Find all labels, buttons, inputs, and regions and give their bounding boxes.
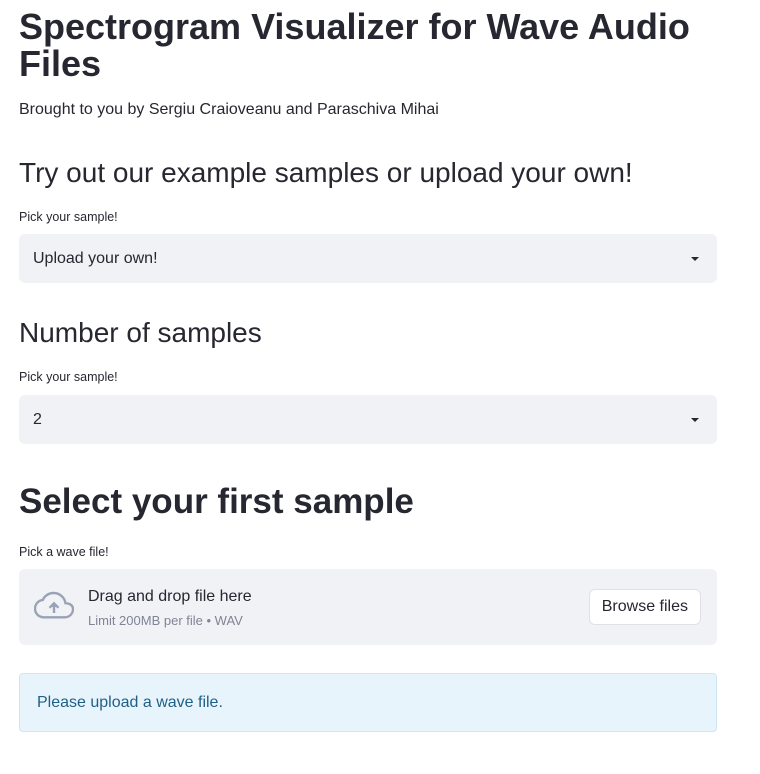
- sample-section-heading: Try out our example samples or upload yo…: [19, 157, 633, 188]
- app-page: Spectrogram Visualizer for Wave Audio Fi…: [0, 0, 760, 774]
- drop-instructions: Drag and drop file here: [88, 588, 252, 605]
- page-subtitle: Brought to you by Sergiu Craioveanu and …: [19, 101, 439, 118]
- count-select[interactable]: 2: [19, 395, 717, 444]
- browse-files-button[interactable]: Browse files: [588, 589, 701, 625]
- count-select-label: Pick your sample!: [19, 370, 118, 384]
- sample-select-label: Pick your sample!: [19, 210, 118, 224]
- page-title: Spectrogram Visualizer for Wave Audio Fi…: [19, 6, 690, 84]
- file-limit-text: Limit 200MB per file • WAV: [88, 613, 243, 628]
- uploader-label: Pick a wave file!: [19, 545, 109, 559]
- count-section-heading: Number of samples: [19, 317, 262, 348]
- info-alert: Please upload a wave file.: [19, 673, 717, 732]
- chevron-down-icon: [691, 256, 699, 261]
- sample-select-value: Upload your own!: [33, 249, 158, 267]
- first-sample-heading: Select your first sample: [19, 482, 414, 521]
- count-select-value: 2: [33, 410, 42, 428]
- file-uploader-dropzone[interactable]: Drag and drop file here Limit 200MB per …: [19, 569, 717, 645]
- sample-select[interactable]: Upload your own!: [19, 234, 717, 283]
- cloud-upload-icon: [34, 591, 74, 619]
- info-alert-text: Please upload a wave file.: [37, 693, 223, 711]
- chevron-down-icon: [691, 417, 699, 422]
